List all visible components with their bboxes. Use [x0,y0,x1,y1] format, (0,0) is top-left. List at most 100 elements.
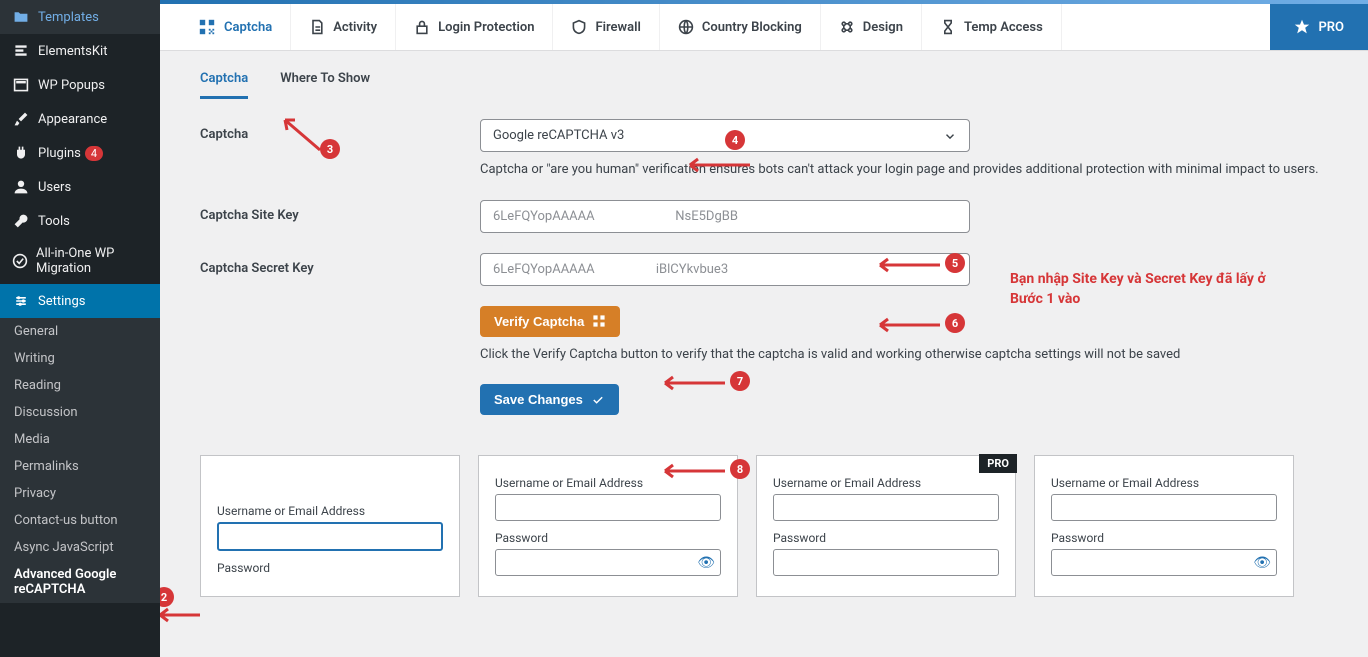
preview-card[interactable]: PRO Username or Email Address Password [756,455,1016,597]
hourglass-icon [940,19,956,35]
sidebar-item-elementskit[interactable]: ElementsKit [0,34,160,68]
tab-firewall[interactable]: Firewall [553,4,659,50]
sub-recaptcha[interactable]: Advanced Google reCAPTCHA [0,561,160,603]
sidebar-item-templates[interactable]: Templates [0,0,160,34]
main-content: Captcha Activity Login Protection Firewa… [160,0,1368,657]
tab-pro[interactable]: PRO [1270,4,1368,50]
sub-reading[interactable]: Reading [0,372,160,399]
sub-contactus[interactable]: Contact-us button [0,507,160,534]
sitekey-input[interactable] [480,200,970,233]
save-changes-button[interactable]: Save Changes [480,384,619,415]
wp-admin-sidebar: Templates ElementsKit WP Popups Appearan… [0,0,160,657]
tab-label: Activity [333,20,377,35]
sub-discussion[interactable]: Discussion [0,399,160,426]
user-icon [12,178,30,196]
captcha-select[interactable]: Google reCAPTCHA v3 [480,119,970,152]
sub-permalinks[interactable]: Permalinks [0,453,160,480]
preview-card[interactable]: Username or Email Address Password [200,455,460,597]
password-input[interactable] [773,549,999,576]
subtab-where[interactable]: Where To Show [280,71,370,99]
eye-icon[interactable]: 👁 [1253,555,1271,571]
verify-label: Verify Captcha [494,314,584,329]
preview-card[interactable]: Username or Email Address Password 👁 [1034,455,1294,597]
shield-icon [571,19,587,35]
subtab-captcha[interactable]: Captcha [200,71,248,99]
password-label: Password [1051,531,1277,545]
popup-icon [12,76,30,94]
username-label: Username or Email Address [773,476,999,490]
subtabs: Captcha Where To Show [160,51,1368,99]
password-label: Password [773,531,999,545]
username-label: Username or Email Address [217,504,443,518]
tab-temp-access[interactable]: Temp Access [922,4,1062,50]
lock-icon [414,19,430,35]
chevron-down-icon [943,129,957,143]
sitekey-label: Captcha Site Key [200,200,480,223]
sub-asyncjs[interactable]: Async JavaScript [0,534,160,561]
verify-help: Click the Verify Captcha button to verif… [480,345,1328,365]
tab-captcha[interactable]: Captcha [180,4,291,50]
sub-privacy[interactable]: Privacy [0,480,160,507]
sidebar-label: Appearance [38,112,107,127]
username-input[interactable] [495,494,721,521]
tab-label: Country Blocking [702,20,802,35]
tab-label: Firewall [595,20,640,35]
globe-icon [678,19,694,35]
sidebar-label: Templates [38,10,99,25]
tab-label: Login Protection [438,20,534,35]
tab-design[interactable]: Design [821,4,922,50]
captcha-label: Captcha [200,119,480,142]
password-input[interactable] [495,549,721,576]
sidebar-label: Plugins [38,146,81,161]
sub-writing[interactable]: Writing [0,345,160,372]
sidebar-item-appearance[interactable]: Appearance [0,102,160,136]
username-input[interactable] [217,522,443,551]
tab-label: Design [863,20,903,35]
main-tabs: Captcha Activity Login Protection Firewa… [160,4,1368,51]
captcha-help: Captcha or "are you human" verification … [480,160,1328,180]
folder-icon [12,8,30,26]
password-input[interactable] [1051,549,1277,576]
tab-label: Captcha [224,20,272,35]
sidebar-label: WP Popups [38,78,105,93]
sub-media[interactable]: Media [0,426,160,453]
sidebar-item-wppopups[interactable]: WP Popups [0,68,160,102]
select-value: Google reCAPTCHA v3 [493,128,624,143]
plugins-badge: 4 [85,146,103,161]
secretkey-input[interactable] [480,253,970,286]
username-input[interactable] [773,494,999,521]
verify-captcha-button[interactable]: Verify Captcha [480,306,620,337]
settings-icon [12,292,30,310]
sidebar-item-users[interactable]: Users [0,170,160,204]
ek-icon [12,42,30,60]
eye-icon[interactable]: 👁 [697,555,715,571]
sidebar-label: ElementsKit [38,44,107,59]
wrench-icon [12,212,30,230]
sub-general[interactable]: General [0,318,160,345]
save-label: Save Changes [494,392,583,407]
tab-login-protection[interactable]: Login Protection [396,4,553,50]
settings-submenu: General Writing Reading Discussion Media… [0,318,160,603]
plug-icon [12,144,30,162]
sidebar-label: Tools [38,214,70,229]
star-icon [1294,19,1310,35]
qr-icon [198,18,216,36]
doc-icon [309,19,325,35]
brush-icon [12,110,30,128]
tab-label: Temp Access [964,20,1043,35]
password-label: Password [217,561,443,575]
username-input[interactable] [1051,494,1277,521]
tab-activity[interactable]: Activity [291,4,396,50]
sidebar-item-tools[interactable]: Tools [0,204,160,238]
preview-card[interactable]: Username or Email Address Password 👁 [478,455,738,597]
sidebar-label: All-in-One WP Migration [36,246,148,276]
username-label: Username or Email Address [1051,476,1277,490]
sidebar-item-migration[interactable]: All-in-One WP Migration [0,238,160,284]
migrate-icon [12,252,28,270]
design-icon [839,19,855,35]
sidebar-item-settings[interactable]: Settings [0,284,160,318]
sidebar-item-plugins[interactable]: Plugins 4 [0,136,160,170]
qr-small-icon [592,314,606,328]
check-icon [591,393,605,407]
tab-country-blocking[interactable]: Country Blocking [660,4,821,50]
